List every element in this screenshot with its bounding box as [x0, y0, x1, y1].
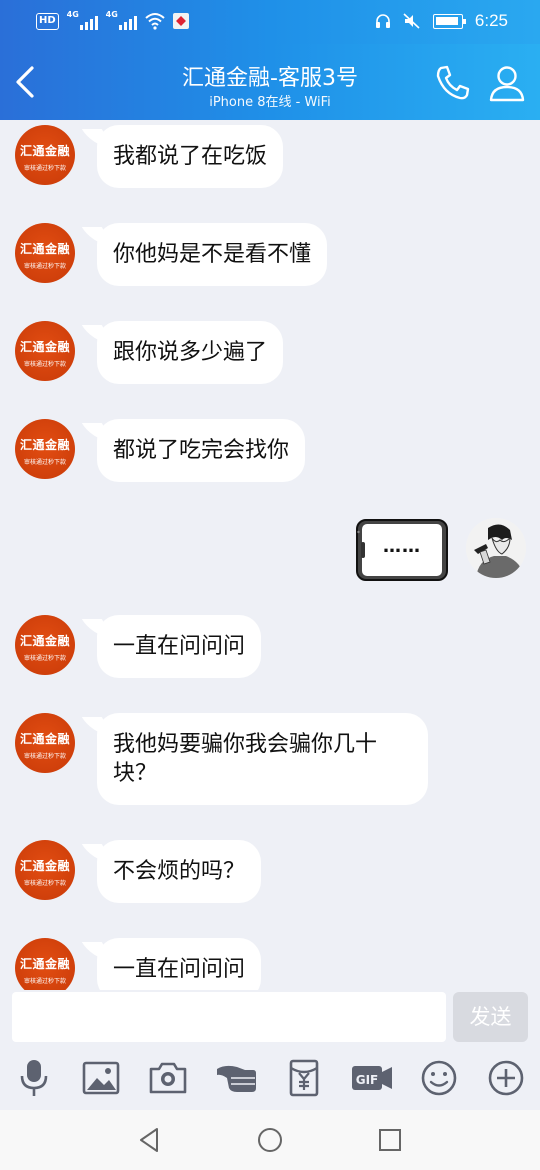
message-bubble[interactable]: 跟你说多少遍了: [97, 321, 284, 384]
camera-icon[interactable]: [148, 1058, 188, 1098]
contact-avatar[interactable]: 汇通金融 审核通过秒下款: [15, 840, 75, 900]
phone-call-button[interactable]: [432, 62, 474, 104]
signal-icon: 4G: [67, 10, 98, 30]
clock: 6:25: [474, 11, 508, 30]
sent-message-text: ……: [383, 536, 421, 557]
send-button[interactable]: 发送: [453, 992, 528, 1042]
contact-avatar[interactable]: 汇通金融 审核通过秒下款: [15, 938, 75, 990]
contact-avatar[interactable]: 汇通金融 审核通过秒下款: [15, 419, 75, 479]
message-bubble[interactable]: 不会烦的吗？: [97, 840, 262, 903]
system-nav-bar: [0, 1110, 540, 1170]
sent-message-bubble[interactable]: ……: [355, 518, 449, 582]
input-bar: 发送: [0, 990, 540, 1046]
my-avatar[interactable]: [466, 518, 526, 578]
nav-home-icon[interactable]: [255, 1125, 285, 1155]
message-bubble[interactable]: 我他妈要骗你我会骗你几十块？: [97, 713, 428, 805]
status-bar: HD 4G 4G 6:25: [0, 0, 540, 44]
signal-icon: 4G: [106, 10, 137, 30]
profile-button[interactable]: [486, 62, 528, 104]
emoji-icon[interactable]: [419, 1058, 459, 1098]
image-icon[interactable]: [81, 1058, 121, 1098]
message-input[interactable]: [12, 992, 446, 1042]
contact-avatar[interactable]: 汇通金融 审核通过秒下款: [15, 321, 75, 381]
gif-icon[interactable]: GIF: [350, 1058, 394, 1098]
nav-back-icon[interactable]: [135, 1125, 165, 1155]
message-bubble[interactable]: 一直在问问问: [97, 938, 262, 990]
message-list[interactable]: 汇通金融 审核通过秒下款 我都说了在吃饭 汇通金融 审核通过秒下款 你他妈是不是…: [0, 120, 540, 990]
hd-indicator: HD: [36, 12, 59, 30]
message-bubble[interactable]: 你他妈是不是看不懂: [97, 223, 328, 286]
contact-avatar[interactable]: 汇通金融 审核通过秒下款: [15, 615, 75, 675]
nav-recents-icon[interactable]: [375, 1125, 405, 1155]
contact-avatar[interactable]: 汇通金融 审核通过秒下款: [15, 223, 75, 283]
mic-icon[interactable]: [14, 1058, 54, 1098]
svg-text:GIF: GIF: [356, 1073, 379, 1087]
contact-avatar[interactable]: 汇通金融 审核通过秒下款: [15, 713, 75, 773]
mute-icon: [403, 13, 420, 29]
contact-avatar[interactable]: 汇通金融 审核通过秒下款: [15, 125, 75, 185]
battery-icon: [432, 13, 466, 29]
poke-icon[interactable]: [215, 1058, 259, 1098]
chat-header: 汇通金融-客服3号 iPhone 8在线 - WiFi: [0, 44, 540, 120]
wifi-icon: [145, 13, 165, 30]
message-bubble[interactable]: 我都说了在吃饭: [97, 125, 284, 188]
plus-icon[interactable]: [486, 1058, 526, 1098]
red-packet-icon[interactable]: [284, 1058, 324, 1098]
message-bubble[interactable]: 都说了吃完会找你: [97, 419, 306, 482]
headphones-icon: [375, 14, 390, 28]
message-bubble[interactable]: 一直在问问问: [97, 615, 262, 678]
input-toolbar: GIF: [0, 1050, 540, 1110]
app-notification-icon: [172, 13, 189, 29]
